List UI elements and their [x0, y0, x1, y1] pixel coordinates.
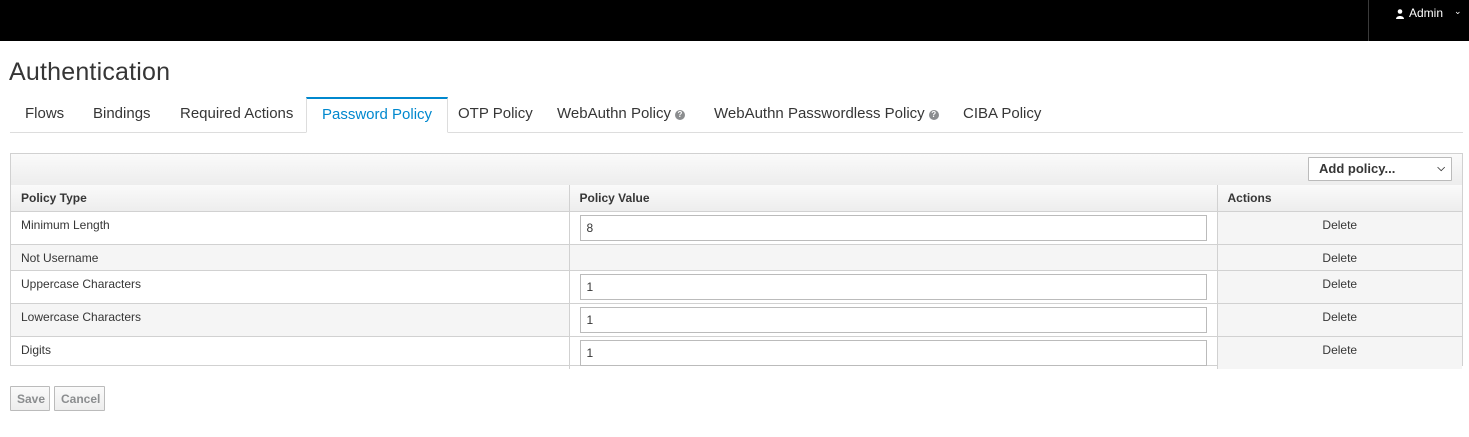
table-toolbar: Add policy... ⌵ — [11, 154, 1462, 186]
tab-password-policy[interactable]: Password Policy — [306, 97, 449, 133]
policy-value-input[interactable] — [579, 215, 1207, 241]
add-policy-select[interactable]: Add policy... ⌵ — [1308, 157, 1452, 181]
tab-ciba-policy[interactable]: CIBA Policy — [963, 97, 1041, 133]
delete-button[interactable]: Delete — [1217, 270, 1462, 304]
tab-bindings[interactable]: Bindings — [93, 97, 151, 133]
policy-table: Policy Type Policy Value Actions Minimum… — [11, 185, 1462, 369]
tab-label: Required Actions — [180, 105, 294, 122]
policy-type-cell: Lowercase Characters — [11, 303, 570, 337]
policy-value-cell — [569, 336, 1218, 369]
table-row: Not Username Delete — [11, 244, 1462, 271]
tab-webauthn-passwordless-policy[interactable]: WebAuthn Passwordless Policy? — [714, 97, 939, 133]
tab-label: Bindings — [93, 105, 151, 122]
policy-value-cell — [569, 303, 1218, 337]
tab-label: WebAuthn Policy — [557, 105, 671, 122]
tab-label: Password Policy — [322, 106, 433, 123]
policy-value-input[interactable] — [579, 307, 1207, 333]
tab-label: WebAuthn Passwordless Policy — [714, 105, 925, 122]
table-row: Digits Delete — [11, 336, 1462, 369]
tab-flows[interactable]: Flows — [25, 97, 64, 133]
tab-required-actions[interactable]: Required Actions — [180, 97, 293, 133]
password-policy-panel: Add policy... ⌵ Policy Type Policy Value… — [10, 153, 1463, 369]
cancel-button[interactable]: Cancel — [54, 386, 105, 411]
policy-value-cell — [569, 211, 1218, 245]
policy-value-cell — [569, 270, 1218, 304]
policy-value-cell — [569, 244, 1218, 271]
policy-value-input[interactable] — [579, 274, 1207, 300]
tab-label: CIBA Policy — [963, 105, 1042, 122]
table-row: Lowercase Characters Delete — [11, 303, 1462, 337]
top-navbar: Admin ⌄ — [0, 0, 1469, 41]
chevron-down-icon: ⌄ — [1454, 6, 1462, 16]
policy-type-cell: Digits — [11, 336, 570, 369]
policy-type-cell: Not Username — [11, 244, 570, 271]
policy-value-input[interactable] — [579, 340, 1207, 366]
tab-label: Flows — [25, 105, 65, 122]
page-title: Authentication — [9, 58, 171, 86]
user-menu-label: Admin — [1409, 6, 1444, 20]
help-icon[interactable]: ? — [674, 110, 685, 120]
column-header-actions: Actions — [1217, 185, 1462, 212]
add-policy-label: Add policy... — [1319, 161, 1396, 176]
chevron-down-icon: ⌵ — [1437, 163, 1445, 174]
save-button[interactable]: Save — [10, 386, 50, 411]
tab-webauthn-policy[interactable]: WebAuthn Policy? — [557, 97, 685, 133]
column-header-policy-type: Policy Type — [11, 185, 570, 212]
delete-button[interactable]: Delete — [1217, 303, 1462, 337]
delete-button[interactable]: Delete — [1217, 211, 1462, 245]
policy-type-cell: Uppercase Characters — [11, 270, 570, 304]
user-menu[interactable]: Admin ⌄ — [1368, 0, 1469, 41]
table-row: Uppercase Characters Delete — [11, 270, 1462, 304]
delete-button[interactable]: Delete — [1217, 336, 1462, 369]
user-icon — [1396, 9, 1404, 19]
tab-otp-policy[interactable]: OTP Policy — [458, 97, 533, 133]
tab-bar: Flows Bindings Required Actions Password… — [10, 97, 1463, 133]
policy-type-cell: Minimum Length — [11, 211, 570, 245]
table-row: Minimum Length Delete — [11, 211, 1462, 245]
delete-button[interactable]: Delete — [1217, 244, 1462, 271]
help-icon[interactable]: ? — [928, 110, 939, 120]
column-header-policy-value: Policy Value — [569, 185, 1218, 212]
tab-label: OTP Policy — [458, 105, 533, 122]
